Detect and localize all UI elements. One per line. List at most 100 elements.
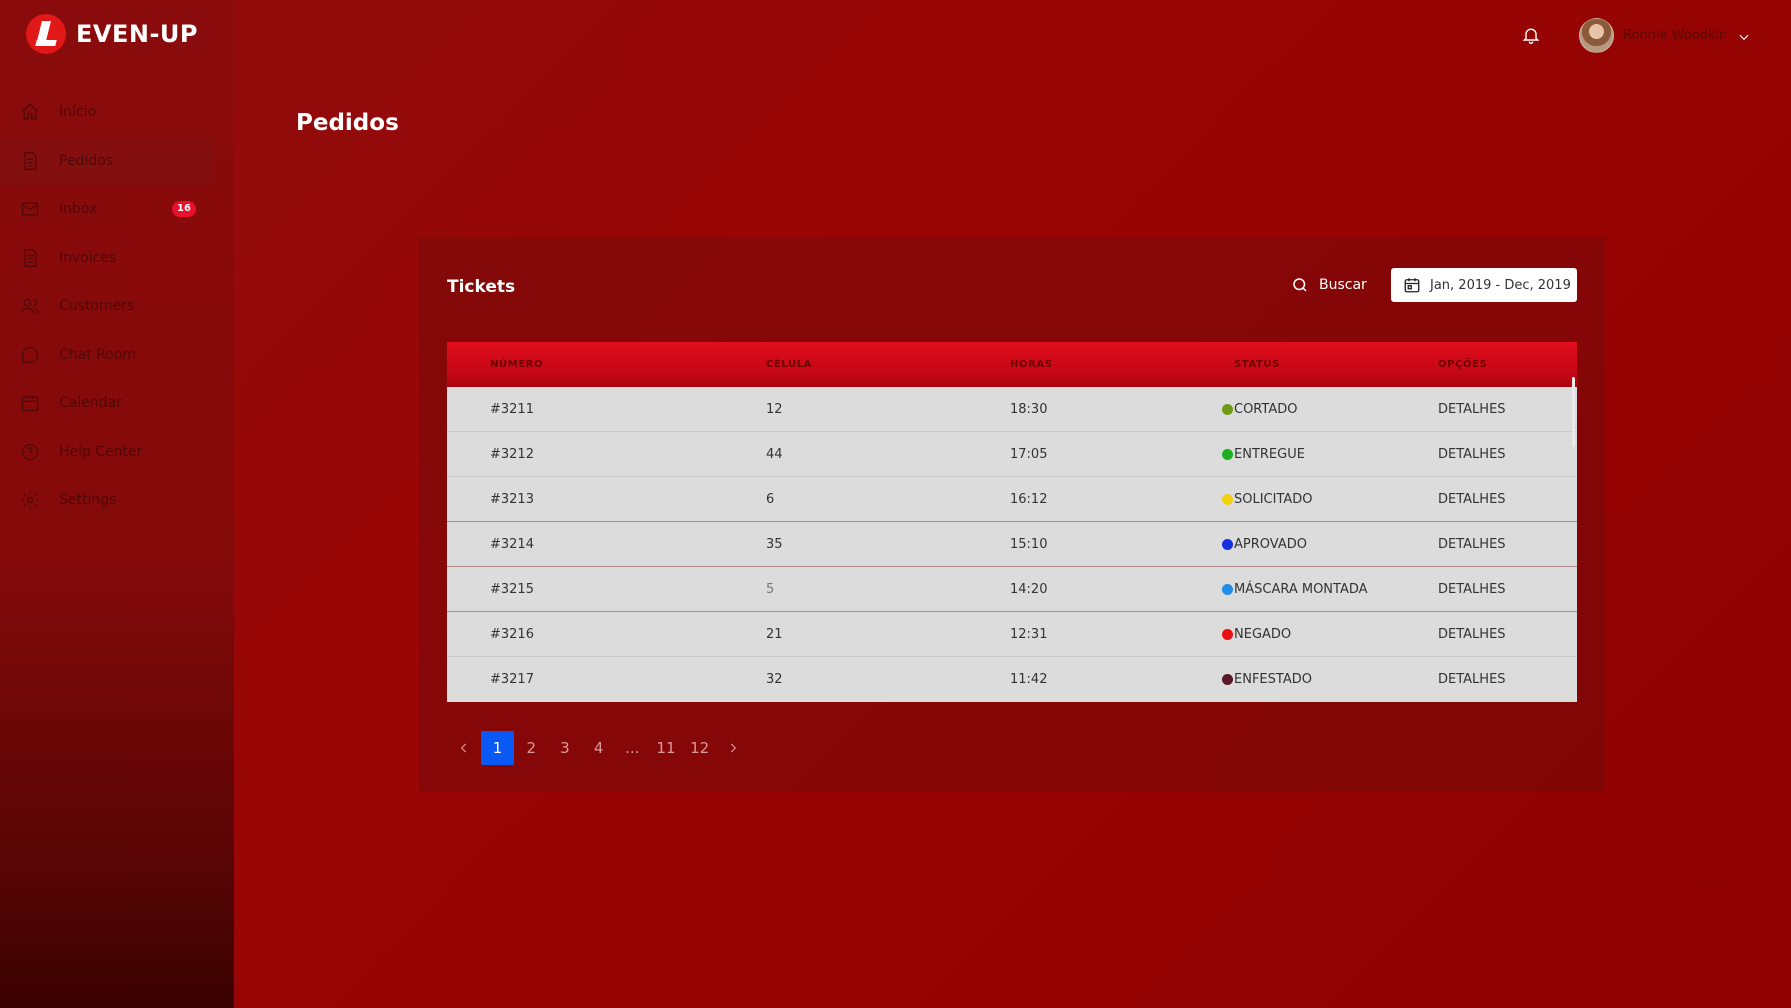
sidebar-item-chat-room[interactable]: Chat Room xyxy=(0,331,214,380)
cell-status: SOLICITADO xyxy=(1222,492,1313,507)
next-page-button[interactable] xyxy=(717,731,751,765)
table-row[interactable]: #3215 5 14:20 MÁSCARA MONTADA DETALHES xyxy=(447,567,1577,612)
status-label: SOLICITADO xyxy=(1234,491,1313,507)
calendar-icon xyxy=(1404,278,1420,293)
sidebar-item-inbox[interactable]: Inbox 16 xyxy=(0,185,214,234)
search-button[interactable]: Buscar xyxy=(1291,275,1367,295)
cell-status: APROVADO xyxy=(1222,537,1307,552)
user-menu[interactable]: Ronnie Woodkin xyxy=(1579,18,1751,53)
status-label: MÁSCARA MONTADA xyxy=(1234,581,1368,597)
details-link[interactable]: DETALHES xyxy=(1438,582,1506,597)
page-button-3[interactable]: 3 xyxy=(548,731,582,765)
table-row[interactable]: #3216 21 12:31 NEGADO DETALHES xyxy=(447,612,1577,657)
details-link[interactable]: DETALHES xyxy=(1438,537,1506,552)
column-header-celula[interactable]: CÉLULA xyxy=(766,359,812,370)
table-body: #3211 12 18:30 CORTADO DETALHES #3212 44… xyxy=(447,387,1577,702)
cell-horas: 12:31 xyxy=(1010,626,1048,642)
page-title: Pedidos xyxy=(296,110,399,136)
status-label: ENFESTADO xyxy=(1234,672,1312,687)
cell-horas: 17:05 xyxy=(1010,446,1048,462)
chevron-left-icon xyxy=(460,743,467,753)
logo-icon xyxy=(26,14,66,54)
logo-text: EVEN-UP xyxy=(76,20,198,48)
cell-numero: #3214 xyxy=(490,536,534,552)
sidebar-item-invoices[interactable]: Invoices xyxy=(0,234,214,283)
cell-celula: 32 xyxy=(766,672,783,687)
sidebar-item-label: Settings xyxy=(59,492,117,509)
table-row[interactable]: #3217 32 11:42 ENFESTADO DETALHES xyxy=(447,657,1577,702)
page-button-11[interactable]: 11 xyxy=(649,731,683,765)
avatar xyxy=(1579,18,1614,53)
sidebar-item-settings[interactable]: Settings xyxy=(0,476,214,525)
details-link[interactable]: DETALHES xyxy=(1438,447,1506,462)
search-label: Buscar xyxy=(1319,277,1367,293)
tickets-card: Tickets Buscar Jan, 2019 - Dec, 2019 NÚM… xyxy=(419,237,1605,792)
date-range-label: Jan, 2019 - Dec, 2019 xyxy=(1430,277,1571,293)
table-scrollbar[interactable] xyxy=(1572,377,1575,447)
sidebar: EVEN-UP Início Pedidos Inbox 16 Invoices… xyxy=(0,0,234,1008)
details-link[interactable]: DETALHES xyxy=(1438,627,1506,642)
cell-numero: #3216 xyxy=(490,626,534,642)
status-label: NEGADO xyxy=(1234,626,1292,642)
help-icon xyxy=(20,442,40,462)
logo[interactable]: EVEN-UP xyxy=(26,14,198,54)
table-header: NÚMERO CÉLULA HORAS STATUS OPÇÕES xyxy=(447,342,1577,387)
sidebar-item-calendar[interactable]: Calendar xyxy=(0,379,214,428)
cell-status: CORTADO xyxy=(1222,402,1297,417)
chevron-right-icon xyxy=(731,743,737,753)
cell-numero: #3212 xyxy=(490,446,534,462)
cell-numero: #3217 xyxy=(490,672,534,687)
search-icon xyxy=(1293,278,1307,292)
table-row[interactable]: #3211 12 18:30 CORTADO DETALHES xyxy=(447,387,1577,432)
cell-celula: 12 xyxy=(766,401,783,417)
home-icon xyxy=(20,102,40,122)
table-row[interactable]: #3213 6 16:12 SOLICITADO DETALHES xyxy=(447,477,1577,522)
status-dot xyxy=(1222,403,1233,415)
page-button-1[interactable]: 1 xyxy=(480,731,515,765)
sidebar-item-pedidos[interactable]: Pedidos xyxy=(0,136,214,185)
cell-celula: 5 xyxy=(766,581,775,597)
cell-horas: 14:20 xyxy=(1010,581,1048,597)
table-row[interactable]: #3214 35 15:10 APROVADO DETALHES xyxy=(447,522,1577,567)
cell-status: ENTREGUE xyxy=(1222,447,1305,462)
details-link[interactable]: DETALHES xyxy=(1438,672,1506,687)
status-dot xyxy=(1222,538,1233,550)
status-dot xyxy=(1222,493,1233,505)
details-link[interactable]: DETALHES xyxy=(1438,402,1506,417)
status-dot xyxy=(1222,674,1233,685)
chat-icon xyxy=(20,345,40,365)
sidebar-item-inicio[interactable]: Início xyxy=(0,88,214,137)
notification-bell-icon[interactable] xyxy=(1521,25,1541,45)
column-header-numero[interactable]: NÚMERO xyxy=(490,359,543,370)
page-button-4[interactable]: 4 xyxy=(582,731,616,765)
sidebar-item-label: Chat Room xyxy=(59,346,137,363)
date-range-picker[interactable]: Jan, 2019 - Dec, 2019 xyxy=(1391,268,1577,302)
cell-status: NEGADO xyxy=(1222,627,1291,642)
cell-horas: 18:30 xyxy=(1010,401,1048,417)
mail-icon xyxy=(20,199,40,219)
column-header-status[interactable]: STATUS xyxy=(1234,359,1280,370)
table-row[interactable]: #3212 44 17:05 ENTREGUE DETALHES xyxy=(447,432,1577,477)
sidebar-item-help-center[interactable]: Help Center xyxy=(0,428,214,477)
cell-celula: 44 xyxy=(766,446,783,462)
cell-status: MÁSCARA MONTADA xyxy=(1222,582,1368,597)
status-dot xyxy=(1222,448,1233,460)
sidebar-item-customers[interactable]: Customers xyxy=(0,282,214,331)
sidebar-item-label: Calendar xyxy=(59,395,122,412)
app-root: EVEN-UP Início Pedidos Inbox 16 Invoices… xyxy=(0,0,1791,1008)
cell-numero: #3211 xyxy=(490,401,534,417)
details-link[interactable]: DETALHES xyxy=(1438,492,1506,507)
status-dot xyxy=(1222,628,1233,640)
prev-page-button[interactable] xyxy=(447,731,481,765)
status-dot xyxy=(1222,583,1233,595)
sidebar-item-label: Invoices xyxy=(59,249,117,266)
page-button-2[interactable]: 2 xyxy=(514,731,548,765)
cell-horas: 16:12 xyxy=(1010,491,1048,507)
page-button-12[interactable]: 12 xyxy=(683,731,717,765)
pagination: 1 2 3 4 ... 11 12 xyxy=(447,731,750,765)
cell-horas: 11:42 xyxy=(1010,672,1048,687)
chevron-down-icon xyxy=(1737,29,1751,43)
column-header-horas[interactable]: HORAS xyxy=(1010,359,1053,370)
sidebar-nav: Início Pedidos Inbox 16 Invoices Custome… xyxy=(0,88,234,525)
column-header-opcoes[interactable]: OPÇÕES xyxy=(1438,359,1487,370)
